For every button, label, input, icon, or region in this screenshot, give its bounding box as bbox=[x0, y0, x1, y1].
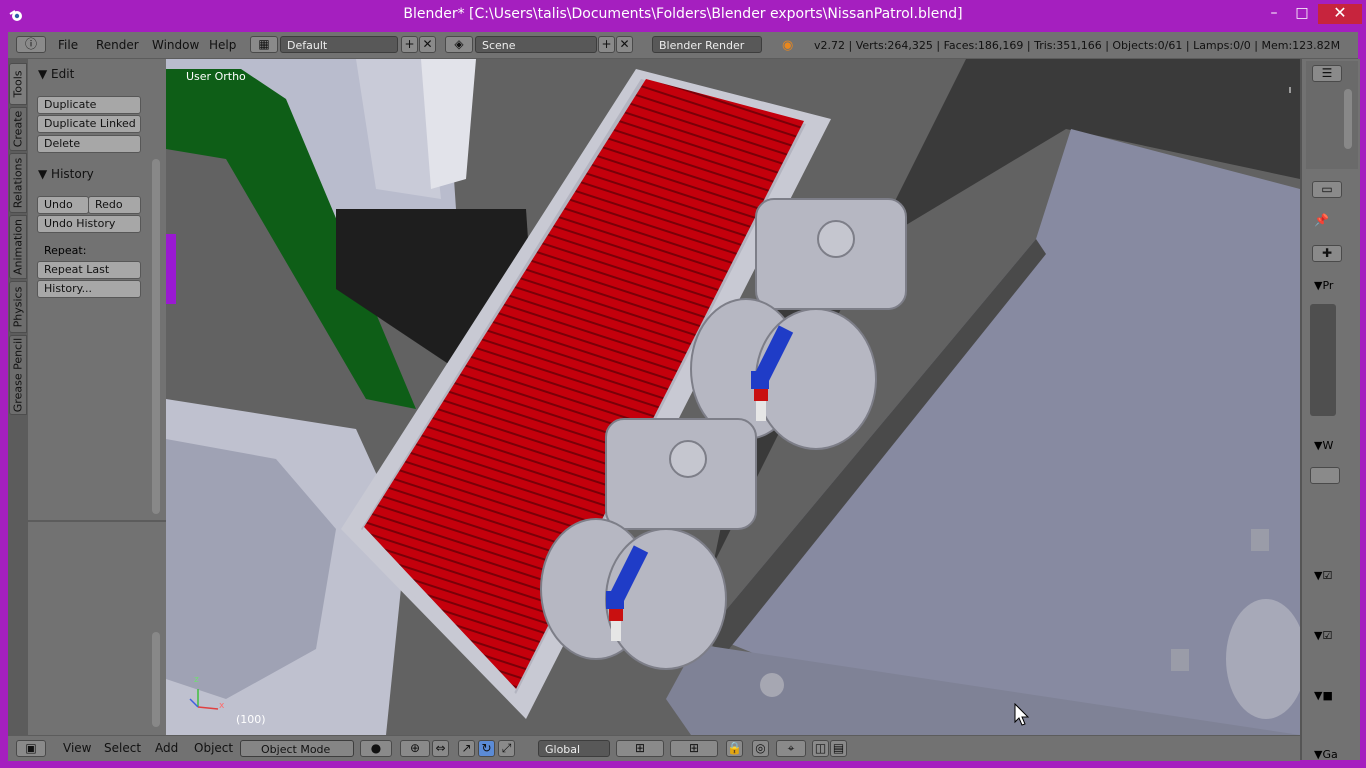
menu-add[interactable]: Add bbox=[155, 741, 178, 755]
pivot-point-icon[interactable]: ⊕ bbox=[400, 740, 430, 757]
render-props-icon[interactable]: ✚ bbox=[1312, 245, 1342, 262]
tab-create[interactable]: Create bbox=[9, 107, 27, 151]
repeat-label: Repeat: bbox=[44, 244, 87, 257]
rotate-icon[interactable]: ↻ bbox=[478, 740, 495, 757]
add-layout-icon[interactable]: + bbox=[401, 36, 418, 53]
pin-icon[interactable]: 📌 bbox=[1314, 213, 1329, 227]
history-panel-header[interactable]: ▼ History bbox=[38, 167, 94, 181]
outliner-type-icon[interactable]: ☰ bbox=[1312, 65, 1342, 82]
screen-layout-icon[interactable]: ▦ bbox=[250, 36, 278, 53]
menu-view[interactable]: View bbox=[63, 741, 91, 755]
preview-area bbox=[1310, 304, 1336, 416]
menu-object[interactable]: Object bbox=[194, 741, 233, 755]
tab-tools[interactable]: Tools bbox=[9, 63, 27, 105]
duplicate-button[interactable]: Duplicate bbox=[37, 96, 141, 114]
editor-type-3d-icon[interactable]: ▣ bbox=[16, 740, 46, 757]
tab-relations[interactable]: Relations bbox=[9, 153, 27, 213]
panel-header-checkbox-1[interactable]: ▼☑ bbox=[1314, 569, 1332, 582]
axis-z-label: z bbox=[194, 675, 199, 685]
world-color-swatch[interactable] bbox=[1310, 467, 1340, 484]
panel-header-checkbox-2[interactable]: ▼☑ bbox=[1314, 629, 1332, 642]
scene-render bbox=[166, 59, 1300, 735]
menu-render[interactable]: Render bbox=[96, 38, 139, 52]
info-header: ⓘ File Render Window Help ▦ Default + ✕ … bbox=[8, 32, 1358, 59]
panel-header-pr[interactable]: ▼Pr bbox=[1314, 279, 1333, 292]
axis-x-label: x bbox=[219, 701, 225, 711]
panel-header-w[interactable]: ▼W bbox=[1314, 439, 1333, 452]
layout-selector[interactable]: Default bbox=[280, 36, 398, 53]
operator-scrollbar[interactable] bbox=[152, 632, 160, 727]
3d-viewport[interactable]: User Ortho z x (100) bbox=[166, 59, 1300, 735]
editor-type-info-icon[interactable]: ⓘ bbox=[16, 36, 46, 53]
proportional-edit-icon[interactable]: ◎ bbox=[752, 740, 769, 757]
lock-layers-icon[interactable]: 🔒 bbox=[726, 740, 743, 757]
tab-grease-pencil[interactable]: Grease Pencil bbox=[9, 335, 27, 415]
remove-layout-icon[interactable]: ✕ bbox=[419, 36, 436, 53]
render-animation-icon[interactable]: ▤ bbox=[830, 740, 847, 757]
minimize-button[interactable]: – bbox=[1262, 4, 1286, 24]
scene-layers-2-icon[interactable]: ⊞ bbox=[670, 740, 718, 757]
manipulator-icon[interactable]: ⇔ bbox=[432, 740, 449, 757]
mode-selector[interactable]: Object Mode bbox=[240, 740, 354, 757]
scene-icon[interactable]: ◈ bbox=[445, 36, 473, 53]
viewport-shading-icon[interactable]: ● bbox=[360, 740, 392, 757]
title-bar: Blender* [C:\Users\talis\Documents\Folde… bbox=[0, 0, 1366, 30]
outliner-scrollbar[interactable] bbox=[1344, 89, 1352, 149]
remove-scene-icon[interactable]: ✕ bbox=[616, 36, 633, 53]
undo-button[interactable]: Undo bbox=[37, 196, 89, 214]
menu-window[interactable]: Window bbox=[152, 38, 199, 52]
window-title: Blender* [C:\Users\talis\Documents\Folde… bbox=[403, 6, 963, 22]
duplicate-linked-button[interactable]: Duplicate Linked bbox=[37, 115, 141, 133]
tool-shelf-tabs: Tools Create Relations Animation Physics… bbox=[8, 59, 28, 735]
scale-icon[interactable]: ⤢ bbox=[498, 740, 515, 757]
add-scene-icon[interactable]: + bbox=[598, 36, 615, 53]
view-label: User Ortho bbox=[186, 70, 246, 83]
delete-button[interactable]: Delete bbox=[37, 135, 141, 153]
scene-layers-icon[interactable]: ⊞ bbox=[616, 740, 664, 757]
blender-logo-icon: ◉ bbox=[782, 38, 794, 53]
3d-view-header: ▣ View Select Add Object Object Mode ● ⊕… bbox=[8, 735, 1300, 761]
scene-stats: v2.72 | Verts:264,325 | Faces:186,169 | … bbox=[814, 39, 1341, 52]
shelf-scrollbar[interactable] bbox=[152, 159, 160, 514]
redo-button[interactable]: Redo bbox=[88, 196, 141, 214]
undo-history-button[interactable]: Undo History bbox=[37, 215, 141, 233]
orientation-selector[interactable]: Global bbox=[538, 740, 610, 757]
scene-selector[interactable]: Scene bbox=[475, 36, 597, 53]
frame-number: (100) bbox=[236, 713, 266, 726]
menu-help[interactable]: Help bbox=[209, 38, 236, 52]
history-button[interactable]: History... bbox=[37, 280, 141, 298]
tool-properties-region bbox=[28, 520, 166, 737]
properties-editor: ☰ ▭ 📌 ✚ ▼Pr ▼W ▼☑ ▼☑ ▼■ ▼Ga bbox=[1300, 59, 1360, 761]
menu-file[interactable]: File bbox=[58, 38, 78, 52]
tab-animation[interactable]: Animation bbox=[9, 215, 27, 279]
tab-physics[interactable]: Physics bbox=[9, 281, 27, 333]
render-engine-selector[interactable]: Blender Render bbox=[652, 36, 762, 53]
render-image-icon[interactable]: ◫ bbox=[812, 740, 829, 757]
properties-type-icon[interactable]: ▭ bbox=[1312, 181, 1342, 198]
mouse-cursor-icon bbox=[1014, 703, 1030, 726]
edit-panel-header[interactable]: ▼ Edit bbox=[38, 67, 74, 81]
panel-header-checkbox-3[interactable]: ▼■ bbox=[1314, 689, 1333, 702]
repeat-last-button[interactable]: Repeat Last bbox=[37, 261, 141, 279]
panel-header-ga[interactable]: ▼Ga bbox=[1314, 748, 1338, 761]
close-button[interactable]: ✕ bbox=[1318, 4, 1362, 24]
snap-icon[interactable]: ⌖ bbox=[776, 740, 806, 757]
maximize-button[interactable]: □ bbox=[1290, 4, 1314, 24]
menu-select[interactable]: Select bbox=[104, 741, 141, 755]
translate-icon[interactable]: ↗ bbox=[458, 740, 475, 757]
